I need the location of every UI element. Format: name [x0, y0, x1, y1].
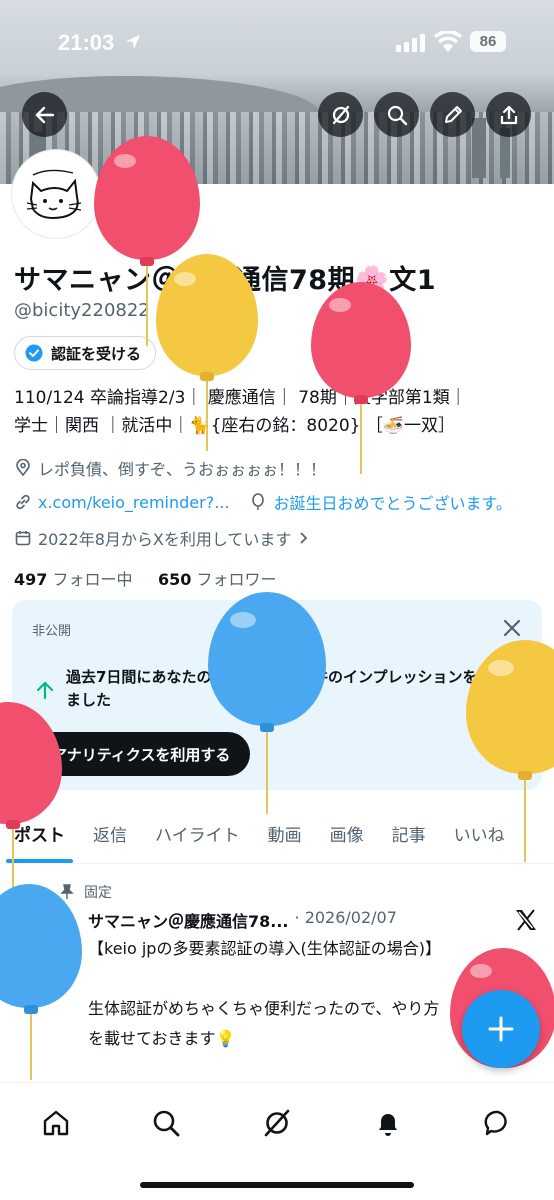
tab-replies[interactable]: 返信: [79, 806, 141, 860]
status-bar: 21:03 86: [0, 0, 554, 84]
plus-icon: [488, 1016, 514, 1042]
signal-icon: [396, 34, 425, 52]
joined-text: 2022年8月からXを利用しています: [38, 530, 292, 549]
following-label: フォロー中: [52, 570, 133, 589]
battery-indicator: 86: [470, 31, 506, 52]
balloon-yellow: [156, 254, 260, 454]
link-icon: [16, 494, 30, 510]
close-icon[interactable]: [502, 618, 522, 638]
balloon-icon: [252, 493, 265, 510]
edit-icon: [444, 105, 462, 123]
following-link[interactable]: 497 フォロー中: [14, 570, 133, 589]
balloon-red: [0, 702, 62, 902]
home-icon: [43, 1110, 69, 1136]
calendar-icon: [15, 531, 31, 546]
nav-search[interactable]: [146, 1103, 186, 1143]
post-author[interactable]: サマニャン＠慶應通信78...: [88, 908, 289, 932]
compose-post-button[interactable]: [462, 990, 540, 1068]
notifications-icon: [379, 1114, 397, 1136]
following-count: 497: [14, 570, 48, 589]
nav-grok[interactable]: [257, 1103, 297, 1143]
location-pin-icon: [16, 459, 30, 477]
verified-badge-icon: [25, 344, 43, 362]
followers-link[interactable]: 650 フォロワー: [158, 570, 277, 589]
status-time: 21:03: [58, 30, 115, 55]
chevron-right-icon: [300, 532, 308, 544]
nav-home[interactable]: [36, 1103, 76, 1143]
wifi-icon: [434, 31, 462, 52]
balloon-blue: [0, 884, 84, 1084]
followers-count: 650: [157, 570, 192, 589]
bio-line-2: 学士｜関西 ｜就活中｜🐈{座右の銘：8020} ［🍜一双］: [14, 416, 456, 436]
profile-meta-row: x.com/keio_reminder?... お誕生日おめでとうございます。: [14, 490, 512, 514]
search-icon: [153, 1110, 180, 1137]
post-date[interactable]: · 2026/02/07: [295, 908, 397, 932]
birthday-text[interactable]: お誕生日おめでとうございます。: [273, 490, 511, 514]
search-icon: [387, 105, 407, 125]
pinned-label: 固定: [84, 885, 112, 901]
messages-icon: [484, 1110, 507, 1136]
balloon-blue: [208, 592, 328, 816]
nav-notifications[interactable]: [368, 1103, 408, 1143]
grok-icon: [332, 105, 349, 124]
bio-line-1: 110/124 卒論指導2/3｜ 慶應通信｜ 78期｜文学部第1類｜: [14, 388, 467, 408]
nav-messages[interactable]: [478, 1103, 518, 1143]
search-button[interactable]: [374, 92, 419, 137]
back-button[interactable]: [22, 92, 67, 137]
back-icon: [35, 106, 54, 123]
private-label: 非公開: [32, 624, 72, 639]
balloon-red: [311, 282, 411, 474]
share-button[interactable]: [486, 92, 531, 137]
cat-drawing-icon: [26, 169, 82, 219]
location-text: レポ負債、倒すぞ、うおぉぉぉぉ！！！: [38, 460, 327, 479]
profile-link[interactable]: x.com/keio_reminder?...: [38, 493, 229, 512]
edit-button[interactable]: [430, 92, 475, 137]
location-arrow-icon: [126, 35, 140, 49]
profile-bio: 110/124 卒論指導2/3｜ 慶應通信｜ 78期｜文学部第1類｜ 学士｜関西…: [14, 384, 544, 440]
home-indicator: [140, 1182, 414, 1188]
grok-button[interactable]: [318, 92, 363, 137]
x-logo-icon: [516, 909, 536, 931]
profile-location: レポ負債、倒すぞ、うおぉぉぉぉ！！！: [14, 456, 326, 480]
grok-icon: [264, 1109, 290, 1137]
profile-avatar[interactable]: [12, 150, 100, 238]
balloon-yellow: [466, 640, 554, 864]
followers-label: フォロワー: [196, 570, 277, 589]
share-icon: [500, 105, 517, 124]
follow-stats: 497 フォロー中 650 フォロワー: [14, 566, 276, 590]
post-header: サマニャン＠慶應通信78... · 2026/02/07: [88, 908, 397, 932]
profile-joined[interactable]: 2022年8月からXを利用しています: [14, 526, 309, 550]
up-arrow-icon: [36, 681, 54, 700]
tab-articles[interactable]: 記事: [378, 806, 440, 860]
